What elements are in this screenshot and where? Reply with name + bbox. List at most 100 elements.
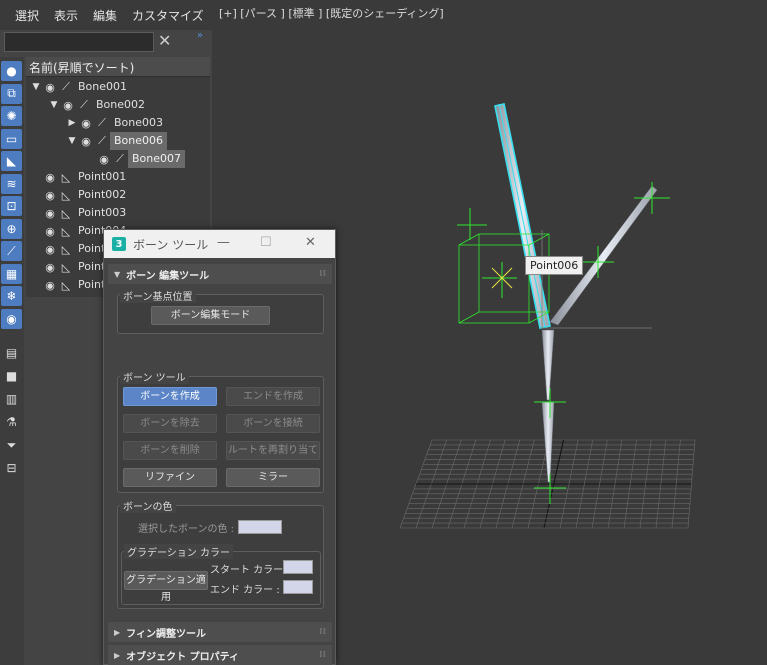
end-color-label: エンド カラー :: [210, 585, 280, 596]
visibility-eye-icon[interactable]: ◉: [60, 99, 76, 112]
rollout-fin[interactable]: ▶ フィン調整ツール ⁞⁞: [108, 622, 332, 642]
container-icon[interactable]: ▦: [1, 263, 22, 284]
delete-bone-button[interactable]: ボーンを削除: [123, 441, 217, 460]
gradient-group-title: グラデーション カラー: [124, 544, 233, 559]
tree-row-label: Point003: [78, 206, 127, 219]
dialog-titlebar[interactable]: 3 ボーン ツール — ☐ ✕: [104, 230, 335, 258]
visibility-eye-icon[interactable]: ◉: [42, 279, 58, 292]
visibility-eye-icon[interactable]: ◉: [42, 243, 58, 256]
end-color-swatch[interactable]: [283, 580, 313, 594]
bone-lower[interactable]: [541, 401, 555, 483]
tree-row[interactable]: ▼ ◉ ⟋ Bone001: [30, 78, 131, 96]
rollout-bone-edit[interactable]: ▼ ボーン 編集ツール ⁞⁞: [108, 264, 332, 284]
bone-icon[interactable]: ⟋: [1, 241, 22, 261]
tree-row-label: Bone002: [96, 98, 146, 111]
expand-arrow-icon[interactable]: ▼: [48, 100, 60, 110]
collapsed-triangle-icon: ▶: [114, 650, 121, 660]
tree-row[interactable]: ◉ ⟋ Bone007: [84, 150, 186, 168]
visibility-eye-icon[interactable]: ◉: [96, 153, 112, 166]
funnel-icon[interactable]: ⏷: [1, 435, 22, 455]
shapes-icon[interactable]: ⧉: [1, 83, 22, 104]
system-icon[interactable]: ⊡: [1, 196, 22, 216]
menu-select[interactable]: 選択: [15, 7, 39, 24]
expand-arrow-icon[interactable]: ▼: [30, 82, 42, 92]
search-input[interactable]: [4, 32, 154, 52]
dialog-body: ▼ ボーン 編集ツール ⁞⁞ ボーン基点位置 ボーン編集モード ボーン ツール …: [104, 258, 335, 665]
menu-edit[interactable]: 編集: [93, 7, 117, 24]
start-color-swatch[interactable]: [283, 560, 313, 574]
color-group-title: ボーンの色: [120, 498, 176, 513]
explorer-toolbar: ● ⧉ ✺ ▭ ◣ ≋ ⊡ ⊕ ⟋ ▦ ❄ ◉ ▤ ■ ▥ ⚗ ⏷ ⊟: [0, 57, 24, 665]
selected-color-swatch[interactable]: [238, 520, 282, 534]
tree-column-header[interactable]: 名前(昇順でソート): [26, 57, 210, 77]
mirror-button[interactable]: ミラー: [226, 468, 320, 487]
bone-middle[interactable]: [541, 329, 555, 401]
point-helper-icon: ◺: [61, 260, 71, 274]
layout-icon[interactable]: ⊟: [1, 458, 22, 478]
create-bone-button[interactable]: ボーンを作成: [123, 387, 217, 406]
visibility-eye-icon[interactable]: ◉: [42, 81, 58, 94]
spacewarp-icon[interactable]: ≋: [1, 173, 22, 194]
reassign-root-button[interactable]: ルートを再割り当て: [226, 441, 320, 460]
refine-button[interactable]: リファイン: [123, 468, 217, 487]
expand-arrow-icon[interactable]: ▶: [66, 118, 78, 128]
connect-bone-button[interactable]: ボーンを接続: [226, 414, 320, 433]
tree-row[interactable]: ▶ ◉ ⟋ Bone003: [66, 114, 167, 132]
tree-row[interactable]: ▼ ◉ ⟋ Bone002: [48, 96, 149, 114]
clear-search-icon[interactable]: ✕: [158, 31, 171, 50]
tree-row[interactable]: ▼ ◉ ⟋ Bone006: [66, 132, 168, 150]
visibility-eye-icon[interactable]: ◉: [42, 225, 58, 238]
bone-object-icon: ⟋: [98, 116, 106, 129]
tools-group-title: ボーン ツール: [120, 369, 189, 384]
sphere-icon[interactable]: ●: [1, 61, 22, 81]
tree-row-label: Bone006: [110, 132, 168, 150]
tree-row-label: Bone007: [128, 150, 186, 168]
viewport-label[interactable]: [+] [パース ] [標準 ] [既定のシェーディング]: [219, 5, 444, 21]
point-helpers[interactable]: [457, 182, 670, 504]
layer-icon[interactable]: ▤: [1, 343, 22, 363]
menu-customize[interactable]: カスタマイズ: [132, 7, 204, 24]
dialog-title: ボーン ツール: [133, 237, 209, 252]
tree-row-label: Bone001: [78, 80, 128, 93]
visibility-eye-icon[interactable]: ◉: [42, 261, 58, 274]
bone-edit-mode-button[interactable]: ボーン編集モード: [151, 306, 270, 325]
selected-color-label: 選択したボーンの色 :: [138, 524, 235, 535]
bone-object-icon: ⟋: [62, 80, 70, 93]
visibility-eye-icon[interactable]: ◉: [42, 171, 58, 184]
camera-icon[interactable]: ▭: [1, 128, 22, 149]
maximize-icon[interactable]: ☐: [260, 235, 272, 250]
tree-row[interactable]: ◉ ◺ Point002: [30, 186, 130, 204]
filter-icon[interactable]: ⚗: [1, 412, 22, 432]
visibility-icon[interactable]: ◉: [1, 308, 22, 329]
point-helper-icon: ◺: [61, 278, 71, 292]
grip-icon: ⁞⁞: [319, 269, 326, 279]
point-helper-icon: ◺: [61, 188, 71, 202]
remove-bone-button[interactable]: ボーンを除去: [123, 414, 217, 433]
helper-icon[interactable]: ◣: [1, 151, 22, 171]
tree-row-label: Point001: [78, 170, 127, 183]
point-helper-icon: ◺: [61, 242, 71, 256]
visibility-eye-icon[interactable]: ◉: [78, 135, 94, 148]
expand-triangle-icon: ▼: [114, 269, 121, 279]
tree-row[interactable]: ◉ ◺ Point001: [30, 168, 130, 186]
rollout-fin-title: フィン調整ツール: [126, 628, 206, 640]
visibility-eye-icon[interactable]: ◉: [78, 117, 94, 130]
xref-icon[interactable]: ⊕: [1, 218, 22, 239]
visibility-eye-icon[interactable]: ◉: [42, 189, 58, 202]
tree-row[interactable]: ◉ ◺ Point003: [30, 204, 130, 222]
create-end-button[interactable]: エンドを作成: [226, 387, 320, 406]
menu-display[interactable]: 表示: [54, 7, 78, 24]
close-icon[interactable]: ✕: [305, 235, 316, 250]
tree-row-label: Point002: [78, 188, 127, 201]
expand-arrow-icon[interactable]: ▼: [66, 136, 78, 146]
bone-object-icon: ⟋: [98, 134, 106, 147]
expand-panel-icon[interactable]: »: [197, 30, 203, 41]
frozen-icon[interactable]: ■: [1, 366, 22, 386]
particle-icon[interactable]: ❄: [1, 286, 22, 306]
hidden-icon[interactable]: ▥: [1, 389, 22, 409]
rollout-object-properties[interactable]: ▶ オブジェクト プロパティ ⁞⁞: [108, 645, 332, 665]
light-icon[interactable]: ✺: [1, 106, 22, 126]
minimize-icon[interactable]: —: [217, 235, 230, 250]
apply-gradient-button[interactable]: グラデーション適用: [124, 571, 208, 603]
visibility-eye-icon[interactable]: ◉: [42, 207, 58, 220]
